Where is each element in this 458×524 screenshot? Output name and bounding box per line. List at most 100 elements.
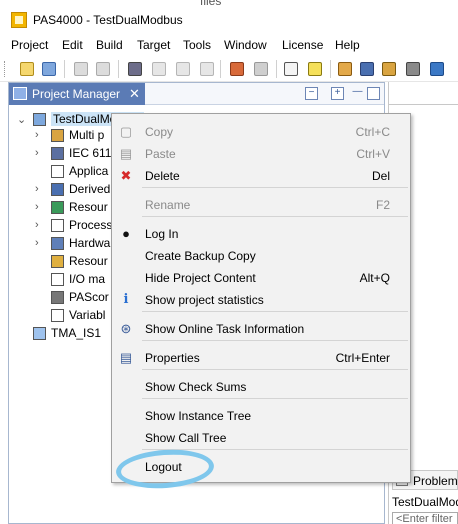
chevron-right-icon[interactable]: ›	[35, 129, 39, 141]
iec-icon	[51, 147, 64, 160]
download-icon[interactable]	[306, 60, 324, 78]
menu-separator	[142, 340, 408, 341]
menu-item-log-in[interactable]: ● Log In	[112, 223, 410, 245]
modules-icon	[51, 129, 64, 142]
menu-item-label: Properties	[145, 351, 200, 365]
menu-target[interactable]: Target	[137, 38, 170, 52]
chevron-right-icon[interactable]: ›	[35, 201, 39, 213]
menu-separator	[142, 398, 408, 399]
menu-separator	[142, 187, 408, 188]
network-toolbar-icon[interactable]	[404, 60, 422, 78]
folder-icon	[33, 327, 46, 340]
menu-project[interactable]: Project	[11, 38, 48, 52]
menu-item-label: Show Check Sums	[145, 380, 247, 394]
menu-item-label: Create Backup Copy	[145, 249, 256, 263]
window-title: PAS4000 - TestDualModbus	[33, 13, 183, 27]
compare-icon[interactable]	[336, 60, 354, 78]
menu-separator	[142, 216, 408, 217]
menu-item-label: Show project statistics	[145, 293, 264, 307]
menu-help[interactable]: Help	[335, 38, 360, 52]
app-icon	[11, 12, 27, 28]
process-icon	[51, 219, 64, 232]
menu-bar: Project Edit Build Target Tools Window L…	[0, 36, 458, 56]
menu-item-delete[interactable]: ✖ Delete Del	[112, 165, 410, 187]
menu-item-shortcut: Ctrl+Enter	[335, 351, 390, 365]
filter-input[interactable]: <Enter filter	[392, 512, 458, 524]
binary-icon[interactable]	[282, 60, 300, 78]
menu-item-show-instance-tree[interactable]: Show Instance Tree	[112, 405, 410, 427]
properties-icon: ▤	[119, 350, 133, 365]
tree-item-label: TMA_IS1	[51, 326, 102, 340]
chevron-right-icon[interactable]: ›	[35, 237, 39, 249]
tree-item-label: Hardwa	[69, 236, 111, 250]
hardware-icon	[51, 237, 64, 250]
menu-item-shortcut: Ctrl+V	[356, 147, 390, 161]
copy-toolbar-icon[interactable]	[174, 60, 192, 78]
menu-item-paste[interactable]: ▤ Paste Ctrl+V	[112, 143, 410, 165]
build-icon[interactable]	[228, 60, 246, 78]
menu-build[interactable]: Build	[96, 38, 123, 52]
save-icon[interactable]	[72, 60, 90, 78]
tools-icon[interactable]	[252, 60, 270, 78]
menu-item-label: Show Instance Tree	[145, 409, 252, 423]
chevron-right-icon[interactable]: ›	[35, 219, 39, 231]
menu-item-rename[interactable]: Rename F2	[112, 194, 410, 216]
chevron-down-icon[interactable]: ⌄	[17, 113, 26, 126]
menu-separator	[142, 311, 408, 312]
menu-separator	[142, 369, 408, 370]
menu-license[interactable]: License	[282, 38, 323, 52]
tab-label: Project Manager	[32, 87, 121, 101]
resource-list-icon	[51, 255, 64, 268]
transfer-icon[interactable]	[428, 60, 446, 78]
context-menu: ▢ Copy Ctrl+C ▤ Paste Ctrl+V ✖ Delete Del Rename F…	[111, 113, 411, 483]
resource-globe-icon	[51, 201, 64, 214]
toolbar-grip[interactable]	[4, 61, 7, 77]
print-icon[interactable]	[126, 60, 144, 78]
close-icon[interactable]: ✕	[129, 86, 140, 102]
tree-item-label: Applica	[69, 164, 109, 178]
tree-item-label: Derived	[69, 182, 111, 196]
paste-icon: ▤	[119, 146, 133, 161]
pane-header: Project Manager ✕ − + —	[9, 83, 384, 105]
tab-project-manager[interactable]: Project Manager ✕	[9, 83, 145, 105]
menu-item-show-online-task-information[interactable]: ⊛ Show Online Task Information	[112, 318, 410, 340]
menu-item-properties[interactable]: ▤ Properties Ctrl+Enter	[112, 347, 410, 369]
menu-item-create-backup-copy[interactable]: Create Backup Copy	[112, 245, 410, 267]
expand-all-icon[interactable]: +	[331, 87, 344, 100]
online-task-icon: ⊛	[120, 321, 132, 336]
menu-item-show-project-statistics[interactable]: i Show project statistics	[112, 289, 410, 311]
right-pane-project-text: TestDualModbu	[392, 495, 458, 509]
tree-item-label: PAScor	[69, 290, 109, 304]
derived-icon	[51, 183, 64, 196]
menu-item-show-call-tree[interactable]: Show Call Tree	[112, 427, 410, 449]
new-project-icon[interactable]	[18, 60, 36, 78]
menu-item-shortcut: F2	[375, 198, 390, 212]
menu-item-shortcut: Alt+Q	[359, 271, 390, 285]
menu-item-label: Delete	[145, 169, 180, 183]
copy-icon: ▢	[119, 124, 133, 139]
background-tab-fragment: files	[200, 0, 222, 8]
menu-tools[interactable]: Tools	[183, 38, 211, 52]
menu-edit[interactable]: Edit	[62, 38, 83, 52]
toolbar	[0, 56, 458, 82]
menu-item-shortcut: Del	[371, 169, 390, 183]
hierarchy-icon[interactable]	[358, 60, 376, 78]
menu-item-label: Log In	[145, 227, 179, 241]
collapse-all-icon[interactable]: −	[305, 87, 318, 100]
menu-item-copy[interactable]: ▢ Copy Ctrl+C	[112, 121, 410, 143]
minimize-icon[interactable]: —	[351, 87, 364, 100]
paste-toolbar-icon[interactable]	[198, 60, 216, 78]
maximize-icon[interactable]	[367, 87, 380, 100]
variables-icon	[51, 309, 64, 322]
cut-icon[interactable]	[150, 60, 168, 78]
menu-window[interactable]: Window	[224, 38, 267, 52]
chevron-right-icon[interactable]: ›	[35, 147, 39, 159]
menu-item-hide-project-content[interactable]: Hide Project Content Alt+Q	[112, 267, 410, 289]
chevron-right-icon[interactable]: ›	[35, 183, 39, 195]
save-all-icon[interactable]	[94, 60, 112, 78]
module-icon[interactable]	[380, 60, 398, 78]
open-project-icon[interactable]	[40, 60, 58, 78]
menu-item-show-check-sums[interactable]: Show Check Sums	[112, 376, 410, 398]
title-bar: files PAS4000 - TestDualModbus	[0, 0, 458, 36]
tree-item-label: Process	[69, 218, 113, 232]
